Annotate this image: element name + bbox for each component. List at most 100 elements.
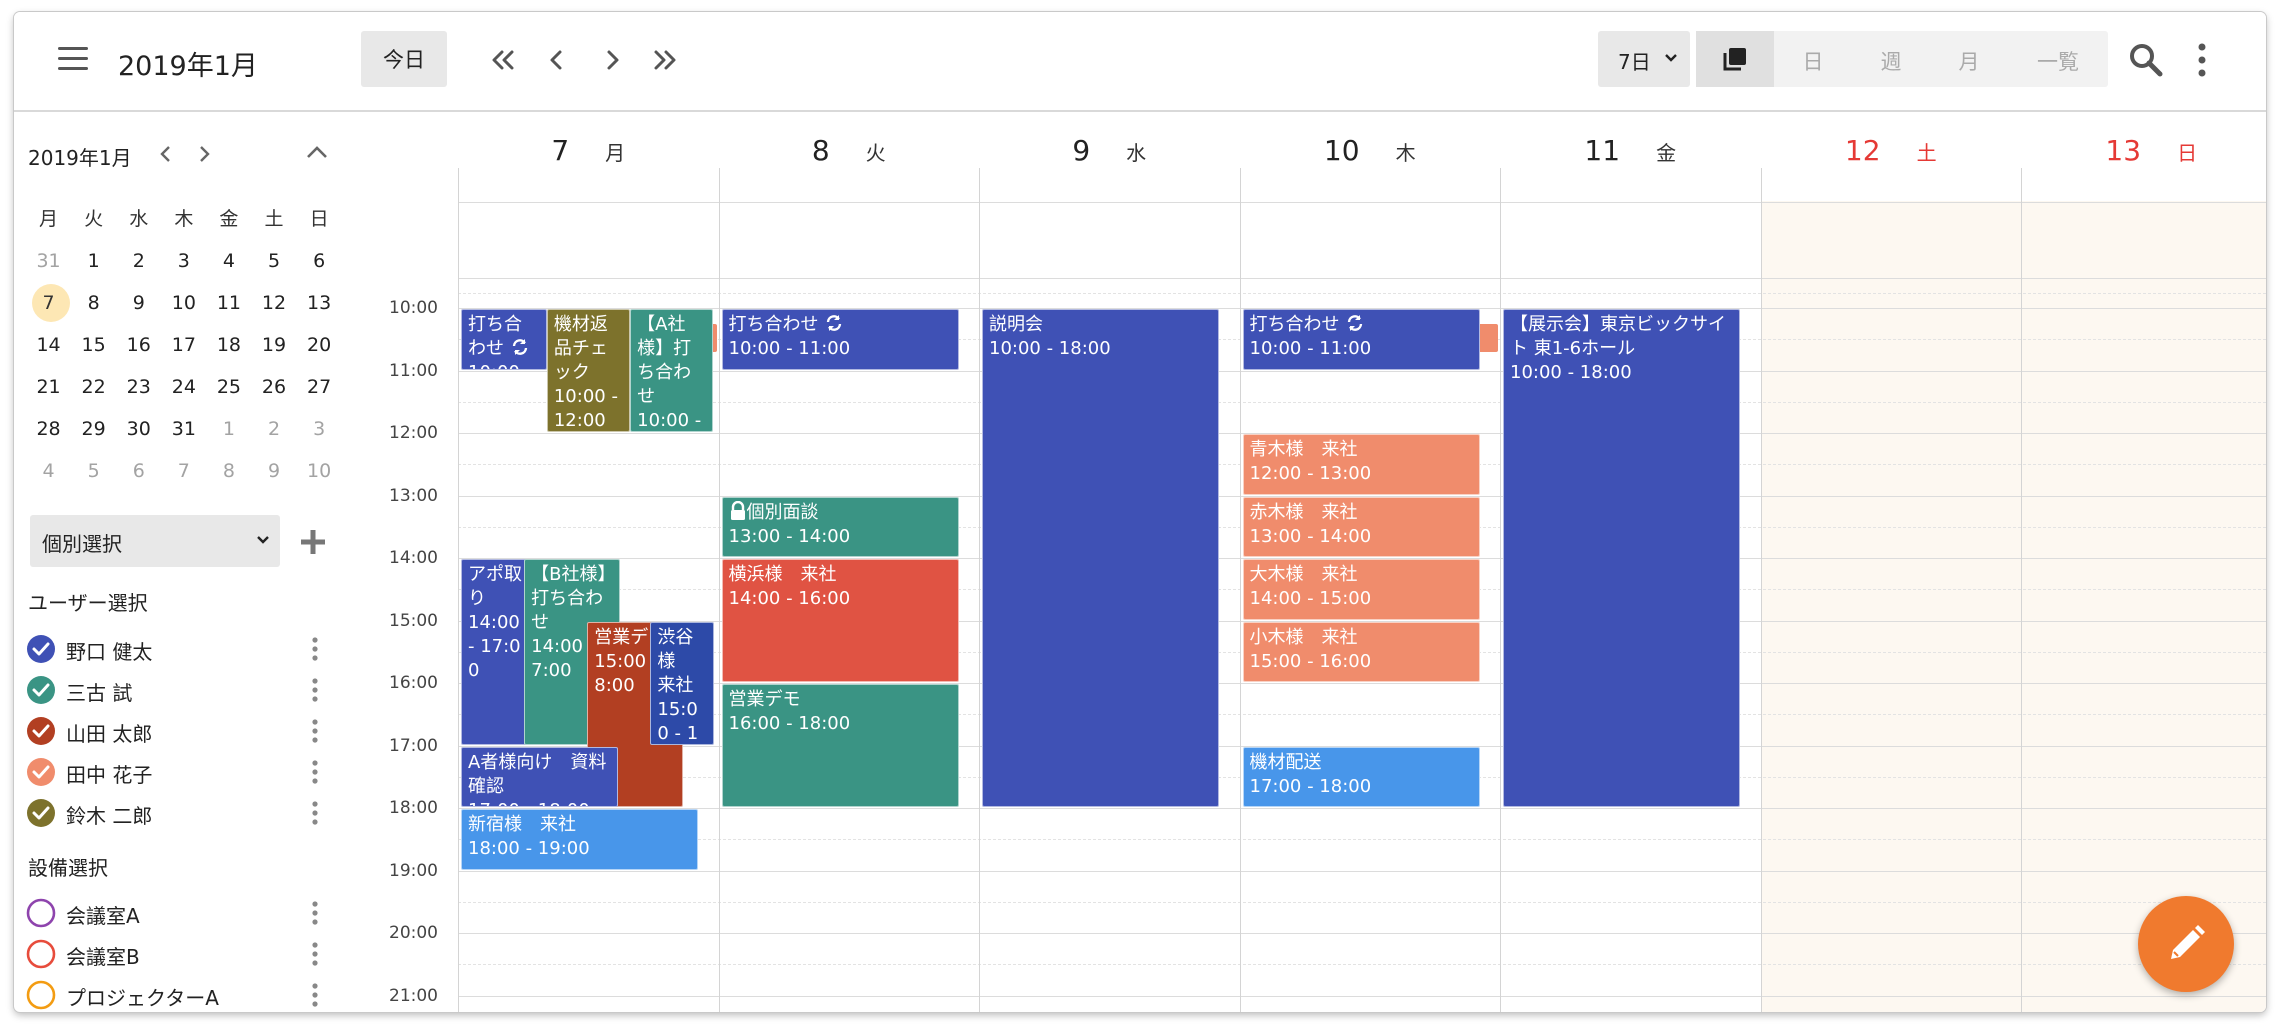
more-vertical-icon[interactable] — [310, 982, 320, 1008]
calendar-event[interactable]: 横浜様 来社 14:00 - 16:00 — [721, 559, 959, 682]
mini-day[interactable]: 1 — [206, 408, 251, 450]
calendar-event[interactable]: 打ち合わせ 10:00 - 11:00 — [461, 309, 547, 370]
more-vertical-icon[interactable] — [310, 941, 320, 967]
mini-day[interactable]: 31 — [161, 408, 206, 450]
mini-day[interactable]: 5 — [251, 240, 296, 282]
calendar-event[interactable]: 大木様 来社 14:00 - 15:00 — [1242, 559, 1480, 620]
facility-item[interactable]: 会議室B — [26, 935, 326, 971]
mini-day[interactable]: 15 — [71, 324, 116, 366]
mini-day[interactable]: 24 — [161, 366, 206, 408]
mini-day[interactable]: 6 — [116, 450, 161, 492]
user-item[interactable]: 田中 花子 — [26, 753, 326, 789]
checked-circle-icon[interactable] — [26, 675, 56, 705]
mini-day[interactable]: 11 — [206, 282, 251, 324]
view-multi-day-button[interactable] — [1696, 31, 1774, 87]
more-vertical-icon[interactable] — [310, 900, 320, 926]
mini-day[interactable]: 12 — [251, 282, 296, 324]
day-header[interactable]: 8火 — [719, 134, 980, 184]
mini-day[interactable]: 2 — [251, 408, 296, 450]
mini-day[interactable]: 10 — [297, 450, 342, 492]
calendar-event[interactable]: 青木様 来社 12:00 - 13:00 — [1242, 434, 1480, 495]
today-button[interactable]: 今日 — [361, 31, 447, 87]
day-header[interactable]: 13 日 — [2021, 134, 2266, 184]
mini-day[interactable]: 3 — [161, 240, 206, 282]
mini-day[interactable]: 29 — [71, 408, 116, 450]
range-select[interactable]: 7日 — [1598, 31, 1690, 87]
menu-icon[interactable] — [58, 47, 88, 73]
view-month-button[interactable]: 月 — [1930, 31, 2008, 87]
day-header[interactable]: 10 木 — [1240, 134, 1501, 184]
plus-icon[interactable] — [298, 527, 328, 557]
mini-next-month-icon[interactable] — [192, 142, 216, 166]
user-item[interactable]: 三古 試 — [26, 671, 326, 707]
mini-day[interactable]: 31 — [26, 240, 71, 282]
checked-circle-icon[interactable] — [26, 798, 56, 828]
mini-day[interactable]: 25 — [206, 366, 251, 408]
calendar-event[interactable]: 打ち合わせ 10:00 - 11:00 — [1242, 309, 1480, 370]
mini-day[interactable]: 23 — [116, 366, 161, 408]
user-item[interactable]: 野口 健太 — [26, 630, 326, 666]
mini-day[interactable]: 7 — [161, 450, 206, 492]
day-header[interactable]: 12 土 — [1761, 134, 2022, 184]
search-icon[interactable] — [2126, 40, 2166, 80]
mini-day[interactable]: 18 — [206, 324, 251, 366]
unchecked-circle-icon[interactable] — [26, 939, 56, 969]
more-vertical-icon[interactable] — [310, 718, 320, 744]
user-item[interactable]: 山田 太郎 — [26, 712, 326, 748]
calendar-event[interactable]: 機材返品チェック 10:00 - 12:00 — [546, 309, 631, 432]
calendar-event[interactable]: 小木様 来社 15:00 - 16:00 — [1242, 621, 1480, 682]
calendar-event[interactable]: 個別面談 13:00 - 14:00 — [721, 496, 959, 557]
mini-day[interactable]: 4 — [26, 450, 71, 492]
mini-day[interactable]: 9 — [251, 450, 296, 492]
mini-day[interactable]: 20 — [297, 324, 342, 366]
mini-day[interactable]: 5 — [71, 450, 116, 492]
calendar-event[interactable]: 【展示会】東京ビックサイト 東1-6ホール 10:00 - 18:00 — [1503, 309, 1741, 807]
checked-circle-icon[interactable] — [26, 634, 56, 664]
mini-day[interactable]: 3 — [297, 408, 342, 450]
mini-day[interactable]: 6 — [297, 240, 342, 282]
mini-prev-month-icon[interactable] — [154, 142, 178, 166]
mini-day[interactable]: 30 — [116, 408, 161, 450]
mini-day[interactable]: 1 — [71, 240, 116, 282]
mini-day[interactable]: 8 — [206, 450, 251, 492]
prev-range-icon[interactable] — [484, 42, 520, 78]
facility-item[interactable]: プロジェクターA — [26, 976, 326, 1012]
more-vertical-icon[interactable] — [310, 677, 320, 703]
checked-circle-icon[interactable] — [26, 757, 56, 787]
mini-day[interactable]: 14 — [26, 324, 71, 366]
mini-day[interactable]: 27 — [297, 366, 342, 408]
calendar-event[interactable]: 渋谷様 来社15:00 - 17:00 — [650, 621, 714, 745]
view-list-button[interactable]: 一覧 — [2008, 31, 2108, 87]
mini-day-today[interactable]: 7 — [26, 282, 71, 324]
mini-day[interactable]: 22 — [71, 366, 116, 408]
mini-day[interactable]: 21 — [26, 366, 71, 408]
mini-day[interactable]: 13 — [297, 282, 342, 324]
day-header[interactable]: 9水 — [979, 134, 1240, 184]
calendar-event[interactable]: 機材配送 17:00 - 18:00 — [1242, 746, 1480, 807]
calendar-event[interactable]: 打ち合わせ 10:00 - 11:00 — [721, 309, 959, 370]
mini-day[interactable]: 10 — [161, 282, 206, 324]
next-range-icon[interactable] — [648, 42, 684, 78]
more-vertical-icon[interactable] — [310, 636, 320, 662]
next-day-icon[interactable] — [594, 42, 630, 78]
view-day-button[interactable]: 日 — [1774, 31, 1852, 87]
calendar-event[interactable]: 赤木様 来社 13:00 - 14:00 — [1242, 496, 1480, 557]
user-item[interactable]: 鈴木 二郎 — [26, 794, 326, 830]
calendar-event[interactable]: 営業デモ 16:00 - 18:00 — [721, 684, 959, 807]
view-week-button[interactable]: 週 — [1852, 31, 1930, 87]
mini-day[interactable]: 2 — [116, 240, 161, 282]
day-header[interactable]: 11 金 — [1500, 134, 1761, 184]
create-event-button[interactable] — [2138, 896, 2234, 992]
mini-day[interactable]: 8 — [71, 282, 116, 324]
more-vertical-icon[interactable] — [310, 800, 320, 826]
unchecked-circle-icon[interactable] — [26, 898, 56, 928]
unchecked-circle-icon[interactable] — [26, 980, 56, 1010]
more-vertical-icon[interactable] — [310, 759, 320, 785]
mini-day[interactable]: 26 — [251, 366, 296, 408]
mini-day[interactable]: 19 — [251, 324, 296, 366]
calendar-event[interactable]: 説明会 10:00 - 18:00 — [982, 309, 1220, 807]
day-header[interactable]: 7月 — [458, 134, 719, 184]
mini-day[interactable]: 17 — [161, 324, 206, 366]
calendar-event[interactable]: アポ取り 14:00 - 17:00 — [461, 559, 532, 745]
more-vertical-icon[interactable] — [2192, 40, 2212, 80]
